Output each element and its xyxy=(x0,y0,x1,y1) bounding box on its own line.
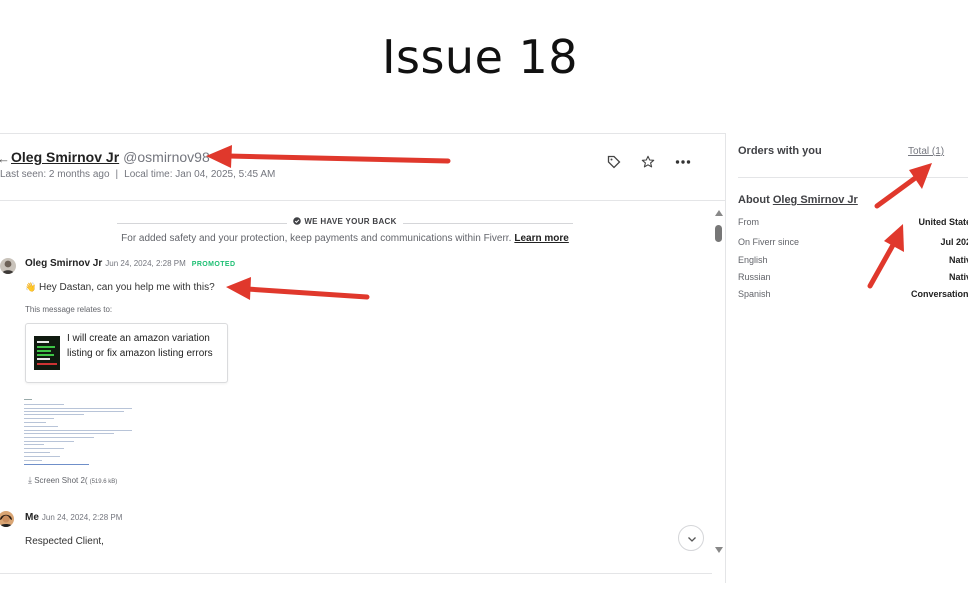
local-time: Local time: Jan 04, 2025, 5:45 AM xyxy=(124,169,276,180)
message-text: 👋 Hey Dastan, can you help me with this? xyxy=(25,282,215,293)
scrollbar[interactable] xyxy=(712,202,725,583)
info-value: Native xyxy=(948,255,968,265)
info-value: Conversational xyxy=(910,289,968,299)
slide-title: Issue 18 xyxy=(381,30,579,84)
attachment-size: (519.6 kB) xyxy=(89,479,118,485)
download-icon[interactable]: ⤓ xyxy=(28,475,32,485)
attachment-file[interactable]: ⤓ Screen Shot 2((519.6 kB) xyxy=(28,475,117,486)
contact-handle: @osmirnov98 xyxy=(123,149,210,165)
message-time: Jun 24, 2024, 2:28 PM xyxy=(41,513,123,522)
message-composer[interactable] xyxy=(0,573,712,583)
star-icon[interactable] xyxy=(641,155,655,169)
avatar[interactable] xyxy=(0,258,16,274)
contact-meta: Last seen: 2 months ago | Local time: Jan … xyxy=(0,169,275,180)
safety-notice: For added safety and your protection, ke… xyxy=(0,233,690,244)
info-key: Spanish xyxy=(738,289,771,299)
scrollbar-thumb[interactable] xyxy=(715,225,722,242)
wave-emoji: 👋 xyxy=(25,282,37,292)
about-heading: About Oleg Smirnov Jr xyxy=(738,194,858,206)
about-prefix: About xyxy=(738,194,773,206)
promoted-badge: PROMOTED xyxy=(191,261,236,268)
total-orders-link[interactable]: Total (1) xyxy=(908,146,944,157)
notice-title: WE HAVE YOUR BACK xyxy=(304,217,397,226)
tag-icon[interactable] xyxy=(607,155,621,169)
chevron-down-icon xyxy=(688,537,696,542)
message-sender: Me xyxy=(25,512,39,523)
relates-label: This message relates to: xyxy=(25,305,113,314)
info-key: Russian xyxy=(738,272,771,282)
info-value: Native xyxy=(948,272,968,282)
header-actions xyxy=(607,155,691,169)
message-time: Jun 24, 2024, 2:28 PM xyxy=(105,259,186,268)
gig-thumbnail xyxy=(34,336,60,370)
message-header: Oleg Smirnov Jr Jun 24, 2024, 2:28 PM PROM… xyxy=(25,258,235,269)
info-value: Jul 2023 xyxy=(940,237,968,247)
message-body: Hey Dastan, can you help me with this? xyxy=(39,282,215,293)
orders-label: Orders with you xyxy=(738,145,822,157)
scroll-to-bottom-button[interactable] xyxy=(678,525,704,551)
message-header: Me Jun 24, 2024, 2:28 PM xyxy=(25,512,122,523)
learn-more-link[interactable]: Learn more xyxy=(514,233,568,244)
last-seen: Last seen: 2 months ago xyxy=(0,169,110,180)
attachment-name[interactable]: Screen Shot 2( xyxy=(34,476,87,485)
info-key: From xyxy=(738,217,759,227)
chat-header: ← Oleg Smirnov Jr@osmirnov98 Last seen: … xyxy=(0,134,725,201)
contact-name-link[interactable]: Oleg Smirnov Jr xyxy=(11,149,119,165)
contact-sidebar: Orders with you Total (1) About Oleg Smi… xyxy=(738,133,968,333)
message-sender[interactable]: Oleg Smirnov Jr xyxy=(25,258,102,269)
gig-title[interactable]: I will create an amazon variation listin… xyxy=(67,331,222,361)
info-value: United States xyxy=(918,217,968,227)
notice-text: For added safety and your protection, ke… xyxy=(121,233,512,244)
attachment-preview[interactable] xyxy=(24,396,132,468)
scroll-up-arrow[interactable] xyxy=(715,210,723,216)
meta-separator: | xyxy=(115,169,119,180)
gig-card[interactable]: I will create an amazon variation listin… xyxy=(25,323,228,383)
info-key: On Fiverr since xyxy=(738,237,800,247)
info-key: English xyxy=(738,255,768,265)
about-name-link[interactable]: Oleg Smirnov Jr xyxy=(773,194,858,206)
scroll-down-arrow[interactable] xyxy=(715,547,723,553)
safety-notice-header: WE HAVE YOUR BACK xyxy=(117,217,573,227)
more-icon[interactable] xyxy=(675,159,691,165)
sidebar-divider xyxy=(738,177,968,178)
shield-check-icon xyxy=(293,217,302,225)
message-body: Respected Client, xyxy=(25,536,104,547)
contact-line: Oleg Smirnov Jr @osmirnov98 xyxy=(11,149,210,165)
back-arrow-icon[interactable]: ← xyxy=(0,151,10,166)
